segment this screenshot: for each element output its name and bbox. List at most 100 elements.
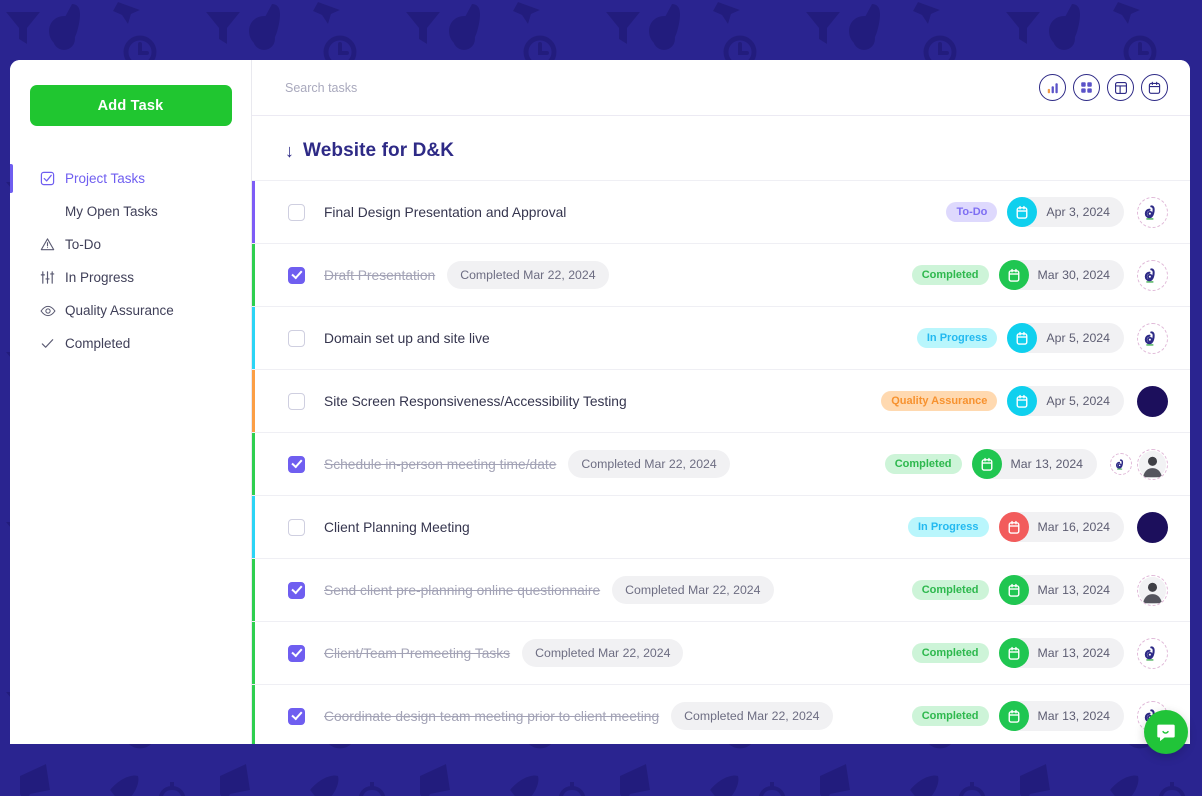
assignee-avatar-placeholder[interactable] [1137,385,1168,417]
main-panel: ↓ Website for D&K Final Design Presentat… [252,60,1190,744]
status-badge[interactable]: Quality Assurance [881,391,998,411]
task-checkbox[interactable] [288,455,305,473]
assignee-avatars [1110,448,1168,480]
b-logo-icon [1144,645,1155,661]
due-date-text: Mar 13, 2024 [1010,457,1083,471]
task-status-edge [252,622,255,684]
grid-view-icon[interactable] [1073,74,1100,101]
task-checkbox[interactable] [288,581,305,599]
task-checkbox[interactable] [288,518,305,536]
task-completed-chip: Completed Mar 22, 2024 [522,639,684,667]
task-group-title: Website for D&K [303,140,455,161]
task-row[interactable]: Client/Team Premeeting Tasks Completed Ma… [252,621,1190,684]
task-completed-chip: Completed Mar 22, 2024 [568,450,730,478]
task-name[interactable]: Final Design Presentation and Approval [324,205,566,220]
task-row[interactable]: Draft Presentation Completed Mar 22, 2024… [252,243,1190,306]
task-completed-chip: Completed Mar 22, 2024 [671,702,833,730]
task-row[interactable]: Coordinate design team meeting prior to … [252,684,1190,744]
task-checkbox[interactable] [288,203,305,221]
status-badge[interactable]: Completed [911,706,989,726]
task-name[interactable]: Client/Team Premeeting Tasks [324,646,510,661]
task-checkbox[interactable] [288,392,305,410]
sidebar-item-my-open-tasks[interactable]: My Open Tasks [10,195,251,228]
add-task-button[interactable]: Add Task [29,85,232,126]
eye-icon [40,303,59,319]
status-badge[interactable]: Completed [884,454,962,474]
task-checkbox[interactable] [288,329,305,347]
due-date-pill[interactable]: Apr 3, 2024 [1007,197,1124,227]
task-row[interactable]: Client Planning Meeting In Progress Mar 1… [252,495,1190,558]
task-status-edge [252,307,255,369]
calendar-icon [998,260,1029,290]
task-row[interactable]: Site Screen Responsiveness/Accessibility… [252,369,1190,432]
sidebar-item-to-do[interactable]: To-Do [10,228,251,261]
assignee-avatars [1137,322,1168,354]
assignee-avatar-logo[interactable] [1137,196,1168,228]
sidebar-item-label: My Open Tasks [65,204,158,219]
due-date-pill[interactable]: Mar 13, 2024 [971,449,1097,479]
assignee-avatars [1137,637,1168,669]
due-date-pill[interactable]: Apr 5, 2024 [1007,323,1124,353]
task-row[interactable]: Final Design Presentation and Approval To… [252,180,1190,243]
chat-widget-button[interactable] [1144,710,1188,754]
collapse-arrow-icon[interactable]: ↓ [285,142,294,160]
due-date-pill[interactable]: Mar 13, 2024 [998,638,1124,668]
warning-triangle-icon [40,237,59,252]
due-date-text: Mar 13, 2024 [1037,646,1110,660]
due-date-pill[interactable]: Mar 13, 2024 [998,575,1124,605]
assignee-avatar-logo[interactable] [1110,453,1132,475]
assignee-avatar-logo[interactable] [1137,637,1168,669]
assignee-avatar-logo[interactable] [1137,322,1168,354]
board-view-icon[interactable] [1107,74,1134,101]
due-date-pill[interactable]: Mar 16, 2024 [998,512,1124,542]
view-toggle-group [1039,74,1168,101]
sidebar-item-label: Project Tasks [65,171,146,186]
task-status-edge [252,181,255,243]
due-date-pill[interactable]: Mar 30, 2024 [998,260,1124,290]
b-logo-icon [1144,267,1155,283]
task-name[interactable]: Site Screen Responsiveness/Accessibility… [324,394,627,409]
task-checkbox[interactable] [288,644,305,662]
chart-view-icon[interactable] [1039,74,1066,101]
sidebar-item-in-progress[interactable]: In Progress [10,261,251,294]
task-row[interactable]: Domain set up and site live In Progress A… [252,306,1190,369]
calendar-view-icon[interactable] [1141,74,1168,101]
assignee-avatar-placeholder[interactable] [1137,511,1168,543]
status-badge[interactable]: Completed [911,580,989,600]
due-date-pill[interactable]: Mar 13, 2024 [998,701,1124,731]
task-row[interactable]: Schedule in-person meeting time/date Comp… [252,432,1190,495]
task-name[interactable]: Client Planning Meeting [324,520,470,535]
search-input[interactable] [285,80,1039,95]
sliders-icon [40,270,59,285]
due-date-pill[interactable]: Apr 5, 2024 [1007,386,1124,416]
due-date-text: Apr 5, 2024 [1046,394,1110,408]
task-group-header[interactable]: ↓ Website for D&K [252,116,1190,180]
status-badge[interactable]: In Progress [916,328,998,348]
assignee-avatar-person[interactable] [1137,448,1168,480]
sidebar-item-completed[interactable]: Completed [10,327,251,360]
task-list: Final Design Presentation and Approval To… [252,180,1190,744]
task-name[interactable]: Schedule in-person meeting time/date [324,457,556,472]
sidebar: Add Task Project Tasks My Open Tasks To-… [10,60,252,744]
task-checkbox[interactable] [288,707,305,725]
calendar-icon [1007,386,1038,416]
status-badge[interactable]: To-Do [946,202,998,222]
task-row[interactable]: Send client pre-planning online question… [252,558,1190,621]
status-badge[interactable]: In Progress [908,517,989,537]
sidebar-item-project-tasks[interactable]: Project Tasks [10,162,251,195]
calendar-icon [971,449,1002,479]
task-name[interactable]: Send client pre-planning online question… [324,583,600,598]
calendar-icon [1007,197,1038,227]
status-badge[interactable]: Completed [911,643,989,663]
task-name[interactable]: Coordinate design team meeting prior to … [324,709,659,724]
task-name[interactable]: Domain set up and site live [324,331,490,346]
status-badge[interactable]: Completed [911,265,989,285]
task-name[interactable]: Draft Presentation [324,268,435,283]
chat-bubble-icon [1157,724,1175,742]
sidebar-item-quality-assurance[interactable]: Quality Assurance [10,294,251,327]
assignee-avatar-logo[interactable] [1137,259,1168,291]
task-checkbox[interactable] [288,266,305,284]
sidebar-item-label: In Progress [65,270,135,285]
task-completed-chip: Completed Mar 22, 2024 [447,261,609,289]
assignee-avatar-person[interactable] [1137,574,1168,606]
